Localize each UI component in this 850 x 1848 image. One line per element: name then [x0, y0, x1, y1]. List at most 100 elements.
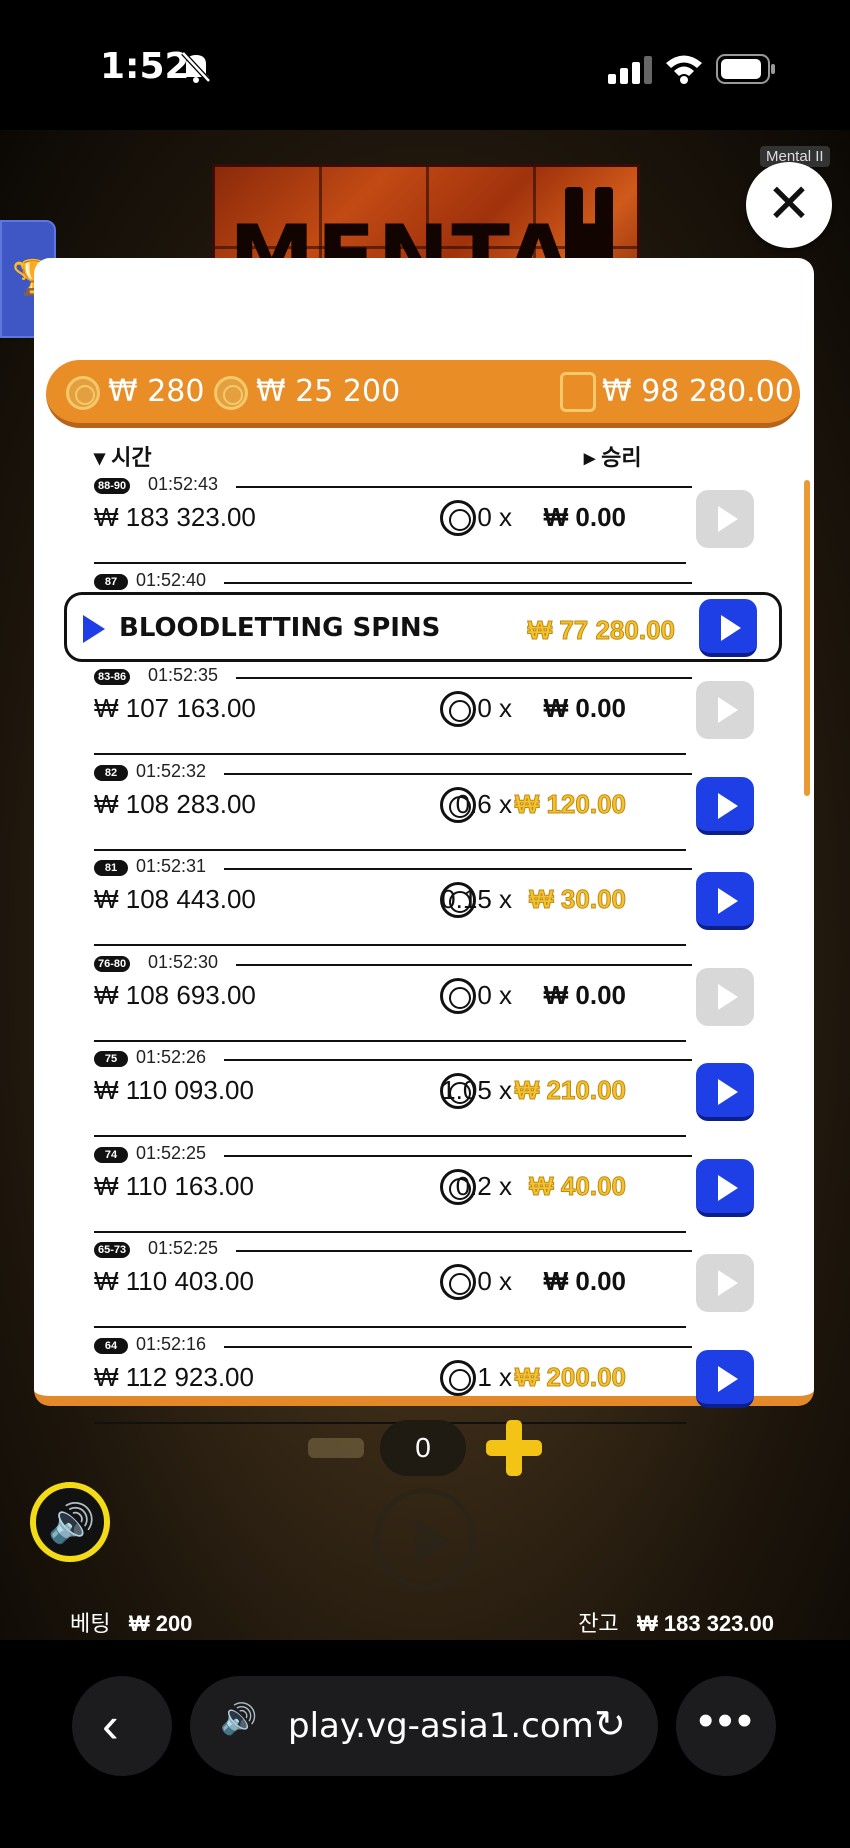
win-amount: ₩ 210.00	[514, 1075, 626, 1106]
stake-value: 0	[380, 1420, 466, 1476]
round-time: 01:52:16	[136, 1334, 207, 1354]
history-row: 82 01:52:32 ₩ 108 283.00 0.6 x ₩ 120.00	[60, 761, 800, 861]
decrease-stake-button[interactable]	[308, 1438, 364, 1458]
bonus-entry[interactable]: BLOODLETTING SPINS ₩ 77 280.00	[64, 592, 782, 662]
row-divider	[224, 582, 692, 584]
row-divider	[94, 1040, 686, 1042]
coin-icon	[440, 978, 476, 1014]
round-badge: 65-73	[94, 1242, 131, 1258]
history-row: 75 01:52:26 ₩ 110 093.00 1.05 x ₩ 210.00	[60, 1047, 800, 1147]
row-divider	[224, 1155, 692, 1157]
row-divider	[236, 964, 692, 966]
history-row: 88-90 01:52:43 ₩ 183 323.00 0 x ₩ 0.00	[60, 474, 800, 574]
row-divider	[224, 868, 692, 870]
row-divider	[94, 753, 686, 755]
replay-button[interactable]	[696, 1063, 754, 1121]
column-header-win[interactable]: ▸ 승리	[584, 440, 642, 472]
url-text: play.vg-asia1.com	[288, 1706, 594, 1746]
column-header-time[interactable]: ▾ 시간	[94, 440, 152, 472]
history-row: 65-73 01:52:25 ₩ 110 403.00 0 x ₩ 0.00	[60, 1238, 800, 1338]
more-dots-icon: •••	[698, 1696, 757, 1745]
row-divider	[94, 1231, 686, 1233]
win-amount: ₩ 0.00	[543, 502, 626, 532]
bet-label: 베팅	[70, 1611, 111, 1636]
win-amount: ₩ 0.00	[543, 693, 626, 723]
chevron-left-icon: ‹	[102, 1697, 119, 1753]
row-divider	[236, 486, 692, 488]
more-options-button[interactable]: •••	[676, 1676, 776, 1776]
balance-label: 잔고	[578, 1611, 619, 1636]
address-bar[interactable]: 🔊 play.vg-asia1.com ↻	[190, 1676, 658, 1776]
battery-icon	[716, 54, 775, 84]
replay-button[interactable]	[696, 1350, 754, 1408]
coin-icon	[214, 376, 248, 410]
win-amount: ₩ 30.00	[529, 884, 627, 915]
replay-button[interactable]	[696, 1254, 754, 1312]
coin-value-2: ₩ 25 200	[256, 374, 401, 409]
panel-header: ₩ 280 ₩ 25 200 ₩ 98 280.00	[46, 360, 800, 428]
win-amount: ₩ 77 280.00	[527, 615, 675, 646]
bet-display: 베팅 ₩ 200	[70, 1606, 192, 1638]
round-time: 01:52:31	[136, 856, 207, 876]
status-bar: 1:52	[0, 0, 850, 130]
close-button[interactable]: ✕	[746, 162, 832, 248]
replay-button[interactable]	[696, 968, 754, 1026]
coin-icon	[440, 500, 476, 536]
replay-button[interactable]	[696, 681, 754, 739]
bet-value: ₩ 200	[128, 1611, 193, 1636]
win-amount: ₩ 40.00	[529, 1171, 627, 1202]
balance-amount: ₩ 110 093.00	[94, 1075, 254, 1105]
round-time: 01:52:35	[148, 665, 219, 685]
speaker-icon: 🔊	[48, 1503, 96, 1545]
win-amount: ₩ 200.00	[514, 1362, 626, 1393]
balance-amount: ₩ 183 323.00	[94, 502, 256, 532]
row-divider	[236, 677, 692, 679]
multiplier: 1 x	[477, 1362, 512, 1392]
round-badge: 83-86	[94, 669, 131, 685]
back-button[interactable]: ‹	[72, 1676, 172, 1776]
row-divider	[94, 1422, 686, 1424]
balance-value: ₩ 183 323.00	[637, 1611, 774, 1636]
panel-scrollbar[interactable]	[804, 480, 810, 796]
round-time: 01:52:25	[148, 1238, 219, 1258]
multiplier: 0 x	[477, 502, 512, 532]
audio-playing-icon: 🔊	[220, 1703, 258, 1736]
increase-stake-button[interactable]	[486, 1420, 542, 1476]
replay-button[interactable]	[699, 599, 757, 657]
coin-icon	[440, 882, 476, 918]
reload-icon[interactable]: ↻	[594, 1702, 626, 1747]
bonus-row: 87 01:52:40 BLOODLETTING SPINS ₩ 77 280.00	[60, 570, 800, 670]
row-divider	[94, 1326, 686, 1328]
history-row: 81 01:52:31 ₩ 108 443.00 0.15 x ₩ 30.00	[60, 856, 800, 956]
round-badge: 74	[94, 1147, 128, 1163]
replay-button[interactable]	[696, 490, 754, 548]
win-amount: ₩ 120.00	[514, 789, 626, 820]
balance-amount: ₩ 112 923.00	[94, 1362, 254, 1392]
play-triangle-icon	[83, 615, 105, 643]
row-divider	[94, 562, 686, 564]
history-row: 76-80 01:52:30 ₩ 108 693.00 0 x ₩ 0.00	[60, 952, 800, 1052]
balance-amount: ₩ 110 403.00	[94, 1266, 254, 1296]
balance-amount: ₩ 110 163.00	[94, 1171, 254, 1201]
replay-button[interactable]	[696, 777, 754, 835]
balance-amount: ₩ 108 443.00	[94, 884, 256, 914]
round-time: 01:52:32	[136, 761, 207, 781]
round-time: 01:52:40	[136, 570, 207, 590]
round-badge: 81	[94, 860, 128, 876]
coin-icon	[66, 376, 100, 410]
balance-amount: ₩ 108 283.00	[94, 789, 256, 819]
row-divider	[224, 1059, 692, 1061]
round-badge: 75	[94, 1051, 128, 1067]
coin-icon	[440, 1264, 476, 1300]
silent-bell-icon	[181, 51, 211, 83]
spin-button[interactable]	[374, 1488, 476, 1590]
coin-icon	[440, 787, 476, 823]
replay-button[interactable]	[696, 872, 754, 930]
row-divider	[94, 849, 686, 851]
replay-button[interactable]	[696, 1159, 754, 1217]
round-badge: 76-80	[94, 956, 131, 972]
wallet-value: ₩ 98 280.00	[602, 374, 794, 409]
coin-icon	[440, 1360, 476, 1396]
cellular-signal-icon	[608, 56, 652, 84]
sound-toggle-button[interactable]: 🔊	[30, 1482, 110, 1562]
